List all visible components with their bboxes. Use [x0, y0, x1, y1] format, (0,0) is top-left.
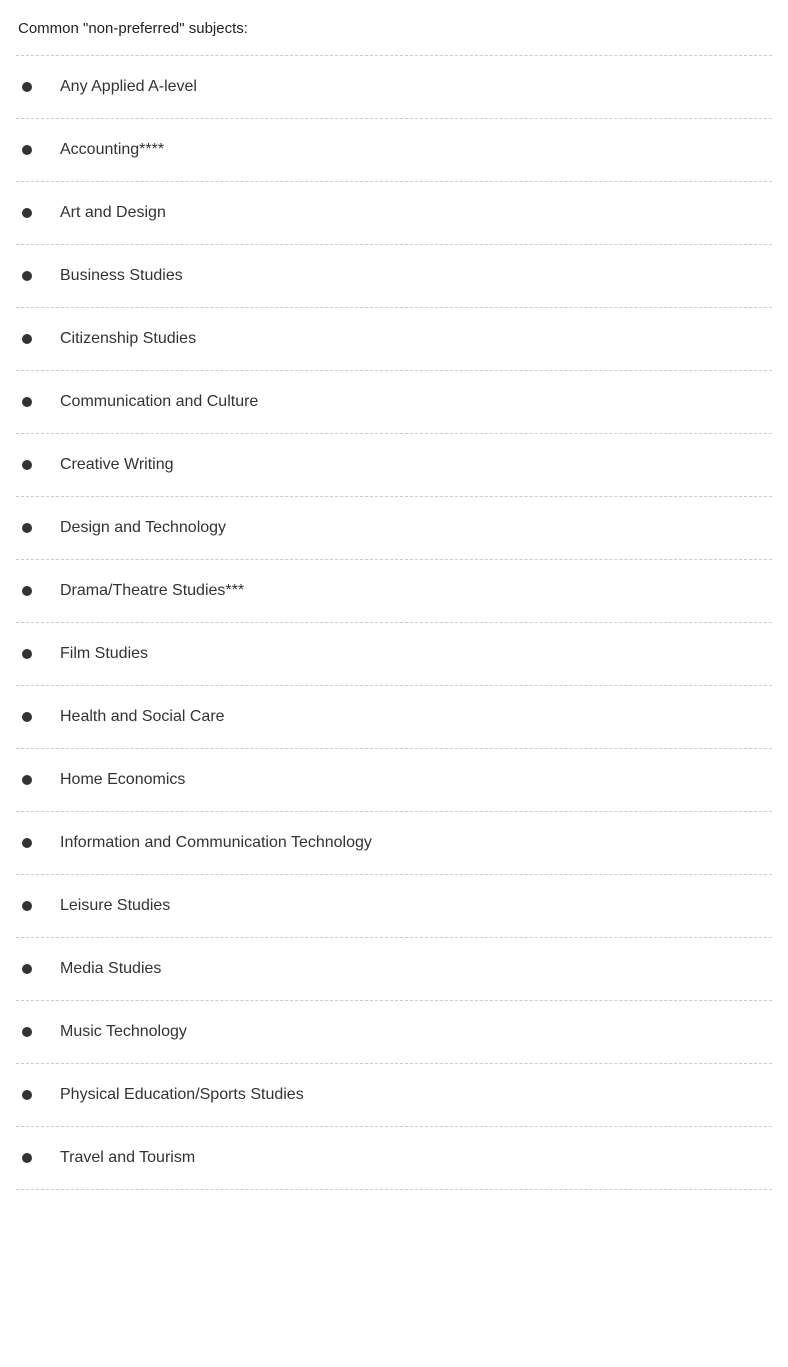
bullet-icon [22, 334, 32, 344]
subject-label: Any Applied A-level [60, 78, 197, 96]
page-container: Common "non-preferred" subjects: Any App… [0, 0, 788, 1230]
list-item-physical-education-sports-studies: Physical Education/Sports Studies [16, 1064, 772, 1127]
bullet-icon [22, 1153, 32, 1163]
list-item-creative-writing: Creative Writing [16, 434, 772, 497]
subject-label: Leisure Studies [60, 897, 170, 915]
subject-label: Film Studies [60, 645, 148, 663]
bullet-icon [22, 838, 32, 848]
list-item-media-studies: Media Studies [16, 938, 772, 1001]
subject-label: Music Technology [60, 1023, 187, 1041]
bullet-icon [22, 1027, 32, 1037]
subject-label: Media Studies [60, 960, 161, 978]
list-item-leisure-studies: Leisure Studies [16, 875, 772, 938]
subject-label: Business Studies [60, 267, 183, 285]
list-item-accounting: Accounting**** [16, 119, 772, 182]
subject-label: Drama/Theatre Studies*** [60, 582, 244, 600]
bullet-icon [22, 775, 32, 785]
subject-list: Any Applied A-level Accounting**** Art and… [16, 56, 772, 1190]
list-item-citizenship-studies: Citizenship Studies [16, 308, 772, 371]
bullet-icon [22, 649, 32, 659]
list-item-home-economics: Home Economics [16, 749, 772, 812]
subject-label: Travel and Tourism [60, 1149, 195, 1167]
subject-label: Communication and Culture [60, 393, 258, 411]
subject-label: Creative Writing [60, 456, 174, 474]
list-item-design-and-technology: Design and Technology [16, 497, 772, 560]
list-item-business-studies: Business Studies [16, 245, 772, 308]
bullet-icon [22, 523, 32, 533]
list-item-drama-theatre-studies: Drama/Theatre Studies*** [16, 560, 772, 623]
bullet-icon [22, 271, 32, 281]
bullet-icon [22, 1090, 32, 1100]
subject-label: Accounting**** [60, 141, 164, 159]
bullet-icon [22, 712, 32, 722]
bullet-icon [22, 82, 32, 92]
subject-label: Home Economics [60, 771, 185, 789]
bullet-icon [22, 901, 32, 911]
subject-label: Health and Social Care [60, 708, 225, 726]
list-item-any-applied-a-level: Any Applied A-level [16, 56, 772, 119]
list-item-music-technology: Music Technology [16, 1001, 772, 1064]
bullet-icon [22, 586, 32, 596]
list-item-information-and-communication-technology: Information and Communication Technology [16, 812, 772, 875]
subject-label: Information and Communication Technology [60, 834, 372, 852]
bullet-icon [22, 964, 32, 974]
list-item-health-and-social-care: Health and Social Care [16, 686, 772, 749]
subject-label: Citizenship Studies [60, 330, 196, 348]
list-item-communication-and-culture: Communication and Culture [16, 371, 772, 434]
list-item-travel-and-tourism: Travel and Tourism [16, 1127, 772, 1190]
list-item-film-studies: Film Studies [16, 623, 772, 686]
page-heading: Common "non-preferred" subjects: [16, 20, 772, 37]
bullet-icon [22, 397, 32, 407]
bullet-icon [22, 145, 32, 155]
bullet-icon [22, 460, 32, 470]
subject-label: Art and Design [60, 204, 166, 222]
subject-label: Design and Technology [60, 519, 226, 537]
subject-label: Physical Education/Sports Studies [60, 1086, 304, 1104]
bullet-icon [22, 208, 32, 218]
list-item-art-and-design: Art and Design [16, 182, 772, 245]
